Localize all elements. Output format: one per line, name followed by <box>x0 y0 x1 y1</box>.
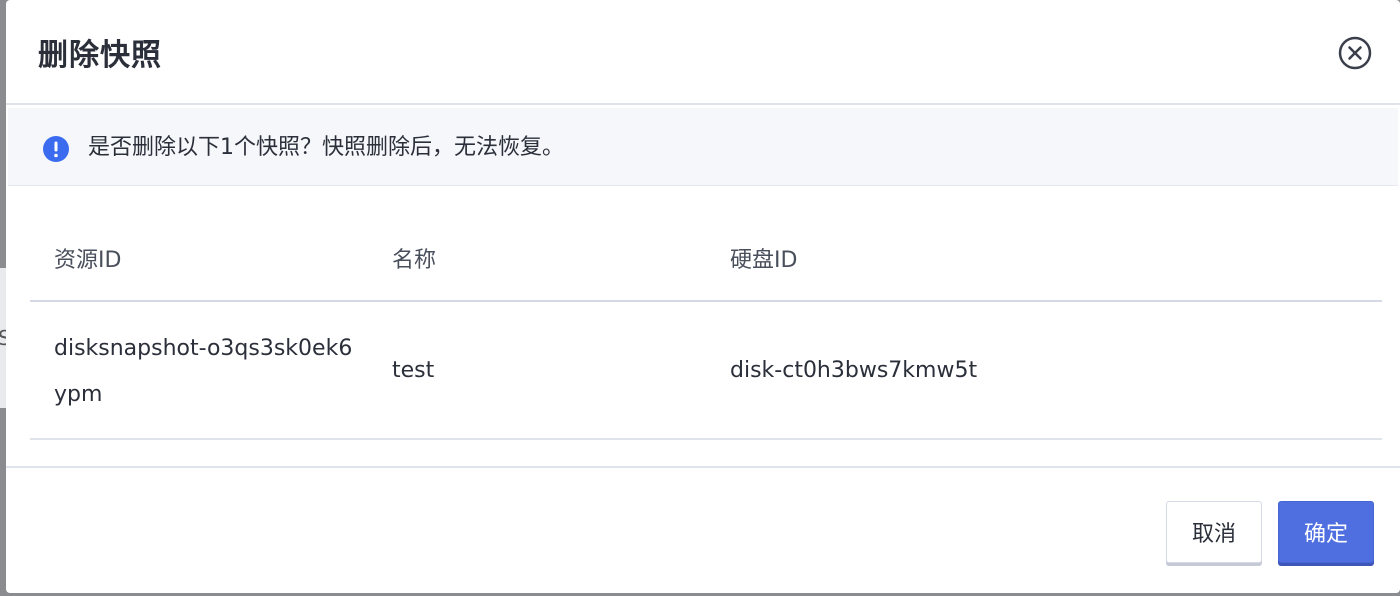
table-row: disksnapshot-o3qs3sk0ek6ypm test disk-ct… <box>30 302 1382 440</box>
warning-alert: 是否删除以下1个快照？快照删除后，无法恢复。 <box>8 108 1398 186</box>
column-header-name: 名称 <box>392 248 437 273</box>
dialog-title: 删除快照 <box>38 38 162 73</box>
alert-message: 是否删除以下1个快照？快照删除后，无法恢复。 <box>88 135 564 160</box>
confirm-button[interactable]: 确定 <box>1278 501 1374 563</box>
close-icon[interactable] <box>1338 36 1372 70</box>
table-header: 资源ID 名称 硬盘ID <box>30 210 1382 302</box>
cell-disk-id: disk-ct0h3bws7kmw5t <box>730 358 978 383</box>
column-header-resource-id: 资源ID <box>54 248 122 273</box>
dialog-footer: 取消 确定 <box>6 466 1400 593</box>
cancel-button[interactable]: 取消 <box>1166 501 1262 563</box>
snapshot-table: 资源ID 名称 硬盘ID disksnapshot-o3qs3sk0ek6ypm… <box>30 210 1382 440</box>
delete-snapshot-dialog: 删除快照 是否删除以下1个快照？快照删除后，无法恢复。 资源ID 名称 硬盘ID <box>6 0 1400 593</box>
info-exclamation-icon <box>42 135 70 163</box>
dialog-header: 删除快照 <box>6 0 1400 105</box>
column-header-disk-id: 硬盘ID <box>730 248 798 273</box>
cell-resource-id: disksnapshot-o3qs3sk0ek6ypm <box>54 336 353 407</box>
cell-name: test <box>392 358 435 383</box>
